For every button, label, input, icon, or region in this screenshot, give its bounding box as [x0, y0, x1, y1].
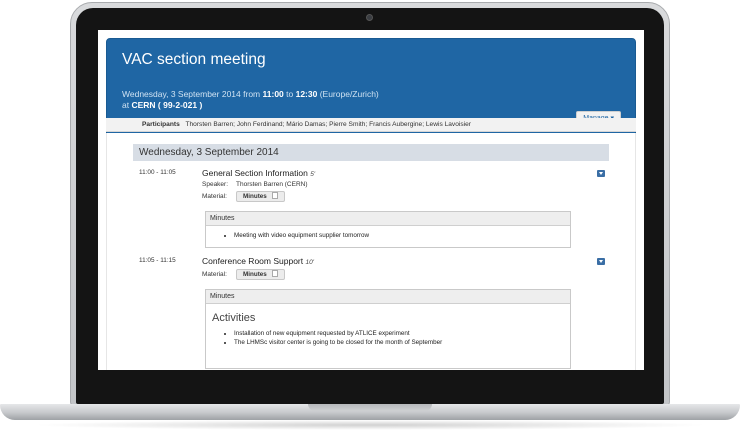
speaker-name[interactable]: Thorsten Barren (CERN)	[236, 181, 308, 188]
contribution-time: 11:05 - 11:15	[139, 257, 176, 264]
contribution-title: Conference Room Support 10'	[202, 256, 314, 266]
minutes-header: Minutes	[206, 290, 570, 304]
day-header: Wednesday, 3 September 2014	[133, 144, 609, 161]
material-row: Material: Minutes	[202, 269, 285, 280]
event-date-prefix: Wednesday, 3 September 2014 from	[122, 89, 263, 99]
timetable: Wednesday, 3 September 2014 11:00 - 11:0…	[106, 133, 636, 370]
collapse-toggle-icon[interactable]	[597, 170, 605, 177]
minutes-header: Minutes	[206, 212, 570, 226]
document-icon	[271, 192, 278, 199]
activities-heading: Activities	[212, 312, 256, 324]
event-title: VAC section meeting	[122, 51, 266, 68]
minutes-material-button[interactable]: Minutes	[236, 191, 285, 202]
minutes-item: Installation of new equipment requested …	[234, 330, 570, 339]
speaker-row: Speaker: Thorsten Barren (CERN)	[202, 181, 308, 188]
material-label: Material:	[202, 193, 227, 201]
minutes-material-label: Minutes	[243, 271, 267, 278]
minutes-item: Meeting with video equipment supplier to…	[234, 232, 570, 241]
minutes-item: The LHMSc visitor center is going to be …	[234, 339, 570, 348]
event-timezone: (Europe/Zurich)	[317, 89, 379, 99]
contribution-duration: 5'	[310, 171, 316, 178]
event-location: at CERN ( 99-2-021 )	[122, 100, 202, 110]
minutes-box: Minutes Meeting with video equipment sup…	[205, 211, 571, 248]
contribution-title: General Section Information 5'	[202, 168, 315, 178]
event-date: Wednesday, 3 September 2014 from 11:00 t…	[122, 89, 379, 100]
screen: VAC section meeting Wednesday, 3 Septemb…	[98, 30, 644, 370]
event-start-time: 11:00	[262, 89, 284, 99]
contribution-time: 11:00 - 11:05	[139, 169, 176, 176]
speaker-label: Speaker:	[202, 181, 229, 188]
material-row: Material: Minutes	[202, 191, 285, 202]
camera-icon	[366, 14, 373, 21]
contribution-duration: 10'	[305, 259, 314, 266]
event-end-time: 12:30	[295, 89, 318, 99]
minutes-list: Installation of new equipment requested …	[206, 324, 570, 347]
document-icon	[271, 270, 278, 277]
participants-names: Thorsten Barren; John Ferdinand; Mário D…	[185, 121, 471, 128]
minutes-box: Minutes Activities Installation of new e…	[205, 289, 571, 369]
laptop-notch	[308, 404, 432, 411]
contribution-title-text: Conference Room Support	[202, 256, 304, 266]
material-label: Material:	[202, 271, 227, 279]
minutes-material-button[interactable]: Minutes	[236, 269, 285, 280]
minutes-list: Meeting with video equipment supplier to…	[206, 226, 570, 241]
collapse-toggle-icon[interactable]	[597, 258, 605, 265]
laptop-shadow	[30, 420, 710, 430]
minutes-material-label: Minutes	[243, 193, 267, 200]
participants-bar: Participants Thorsten Barren; John Ferdi…	[106, 118, 636, 132]
event-room[interactable]: CERN ( 99-2-021 )	[131, 100, 202, 110]
contribution-title-text: General Section Information	[202, 168, 308, 178]
participants-label: Participants	[142, 121, 180, 128]
event-date-to: to	[283, 89, 296, 99]
